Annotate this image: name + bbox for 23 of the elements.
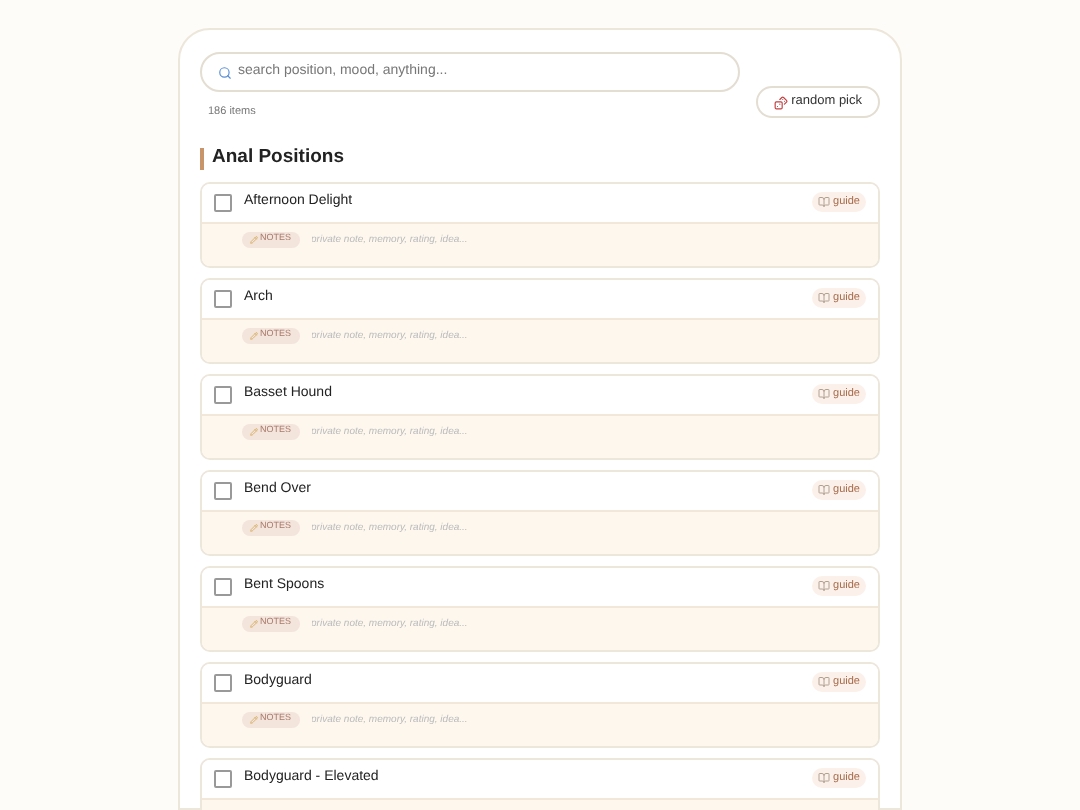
pencil-icon xyxy=(250,523,258,531)
book-icon xyxy=(817,292,830,304)
checkbox[interactable] xyxy=(214,385,232,403)
book-icon xyxy=(817,772,830,784)
checkbox[interactable] xyxy=(214,289,232,307)
section-title: Anal Positions xyxy=(212,144,344,173)
book-icon xyxy=(817,196,830,208)
checkbox[interactable] xyxy=(214,193,232,211)
book-icon xyxy=(817,388,830,400)
checkbox[interactable] xyxy=(214,769,232,787)
checkbox[interactable] xyxy=(214,673,232,691)
checkbox[interactable] xyxy=(214,481,232,499)
pencil-icon xyxy=(250,331,258,339)
pencil-icon xyxy=(250,427,258,435)
pencil-icon xyxy=(250,715,258,723)
checkbox[interactable] xyxy=(214,577,232,595)
book-icon xyxy=(817,676,830,688)
pencil-icon xyxy=(250,235,258,243)
book-icon xyxy=(817,580,830,592)
pencil-icon xyxy=(250,619,258,627)
search-icon xyxy=(218,65,232,79)
dice-icon xyxy=(773,95,788,110)
book-icon xyxy=(817,484,830,496)
